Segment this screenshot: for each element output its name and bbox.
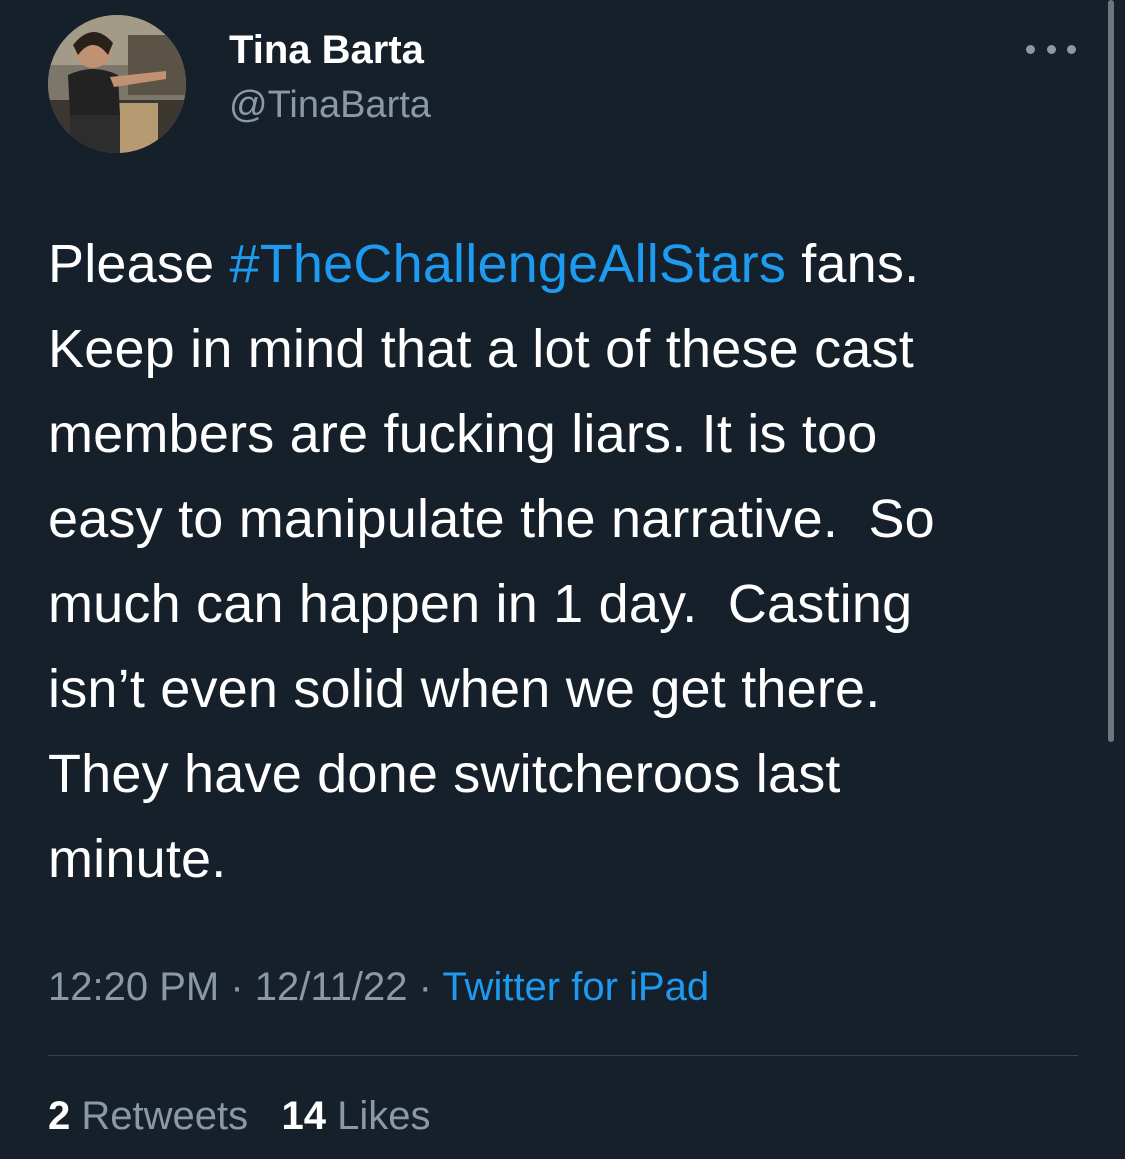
retweets-stat[interactable]: 2 Retweets: [48, 1094, 248, 1138]
likes-label: Likes: [337, 1094, 431, 1138]
author-display-name[interactable]: Tina Barta: [229, 28, 424, 73]
tweet-text-segment: fans.: [786, 234, 920, 294]
tweet-line: Keep in mind that a lot of these cast: [48, 319, 914, 379]
more-options-icon[interactable]: [1026, 34, 1076, 64]
tweet-line: easy to manipulate the narrative. So: [48, 489, 935, 549]
likes-stat[interactable]: 14 Likes: [281, 1094, 430, 1138]
more-dot: [1046, 44, 1056, 54]
tweet-text: Please #TheChallengeAllStars fans. Keep …: [48, 222, 1088, 902]
retweets-count: 2: [48, 1094, 71, 1138]
divider: [48, 1055, 1078, 1056]
tweet-date[interactable]: 12/11/22: [255, 965, 408, 1009]
tweet-time[interactable]: 12:20 PM: [48, 965, 219, 1009]
author-handle[interactable]: @TinaBarta: [229, 84, 431, 127]
more-dot: [1067, 44, 1076, 54]
tweet-line: members are fucking liars. It is too: [48, 404, 878, 464]
meta-separator: ·: [219, 965, 255, 1009]
tweet-line: They have done switcheroos last: [48, 744, 841, 804]
scrollbar[interactable]: [1108, 0, 1114, 742]
hashtag-link[interactable]: #TheChallengeAllStars: [230, 234, 787, 294]
tweet-line: minute.: [48, 829, 227, 889]
meta-separator: ·: [407, 965, 443, 1009]
tweet-line: much can happen in 1 day. Casting: [48, 574, 913, 634]
more-dot: [1026, 44, 1035, 54]
tweet-source-link[interactable]: Twitter for iPad: [442, 965, 709, 1009]
tweet-text-segment: Please: [48, 234, 230, 294]
likes-count: 14: [281, 1094, 326, 1138]
avatar[interactable]: [48, 15, 186, 153]
tweet-stats: 2 Retweets 14 Likes: [48, 1094, 430, 1139]
tweet-meta: 12:20 PM · 12/11/22 · Twitter for iPad: [48, 965, 709, 1010]
retweets-label: Retweets: [81, 1094, 249, 1138]
tweet-detail: Tina Barta @TinaBarta Please #TheChallen…: [0, 0, 1125, 1159]
avatar-image: [48, 15, 186, 153]
tweet-line: isn’t even solid when we get there.: [48, 659, 881, 719]
tweet-line: Please #TheChallengeAllStars fans.: [48, 222, 1088, 307]
